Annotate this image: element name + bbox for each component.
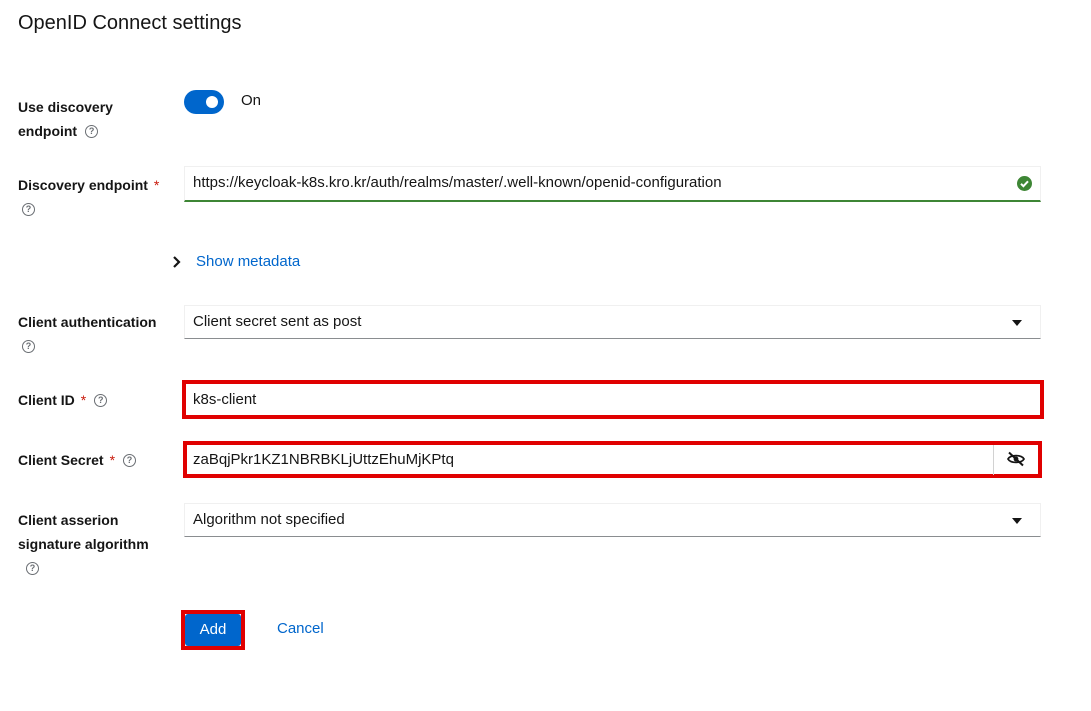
client-assertion-label-line2: signature algorithm xyxy=(18,536,149,552)
page-title: OpenID Connect settings xyxy=(18,12,242,34)
required-marker: * xyxy=(153,177,160,193)
help-icon[interactable]: ? xyxy=(26,561,39,575)
client-assertion-label-line1: Client asserion xyxy=(18,512,119,528)
client-id-input[interactable]: k8s-client xyxy=(186,384,1040,415)
caret-down-icon xyxy=(1012,320,1022,326)
client-assertion-select[interactable]: Algorithm not specified xyxy=(184,503,1041,537)
hide-password-button[interactable] xyxy=(993,445,1038,475)
caret-down-icon xyxy=(1012,518,1022,524)
help-icon[interactable]: ? xyxy=(22,202,35,216)
use-discovery-toggle[interactable] xyxy=(184,90,224,114)
client-assertion-label: Client asserion signature algorithm? xyxy=(18,508,168,580)
eye-slash-icon xyxy=(1007,451,1025,467)
client-assertion-value: Algorithm not specified xyxy=(193,511,345,528)
use-discovery-label-line2: endpoint xyxy=(18,123,78,139)
help-icon[interactable]: ? xyxy=(123,453,137,467)
client-authentication-label-text: Client authentication xyxy=(18,314,157,330)
cancel-button[interactable]: Cancel xyxy=(277,620,324,637)
client-id-label: Client ID *? xyxy=(18,388,168,412)
required-marker: * xyxy=(109,452,116,468)
toggle-state-label: On xyxy=(241,92,262,109)
use-discovery-label-line1: Use discovery xyxy=(18,99,113,115)
help-icon[interactable]: ? xyxy=(94,393,108,407)
client-secret-input[interactable]: zaBqjPkr1KZ1NBRBKLjUttzEhuMjKPtq xyxy=(187,445,1038,475)
help-icon[interactable]: ? xyxy=(22,339,35,353)
toggle-knob xyxy=(206,96,218,108)
help-icon[interactable]: ? xyxy=(85,124,99,138)
add-button[interactable]: Add xyxy=(185,614,241,646)
client-authentication-label: Client authentication ? xyxy=(18,310,168,358)
client-authentication-select[interactable]: Client secret sent as post xyxy=(184,305,1041,339)
client-id-value: k8s-client xyxy=(193,391,257,408)
use-discovery-label: Use discovery endpoint? xyxy=(18,95,168,143)
discovery-endpoint-value: https://keycloak-k8s.kro.kr/auth/realms/… xyxy=(193,174,722,191)
client-authentication-value: Client secret sent as post xyxy=(193,313,362,330)
required-marker: * xyxy=(80,392,87,408)
client-id-label-text: Client ID xyxy=(18,392,75,408)
discovery-endpoint-input[interactable]: https://keycloak-k8s.kro.kr/auth/realms/… xyxy=(184,166,1041,202)
chevron-right-icon[interactable] xyxy=(172,254,182,275)
client-secret-value: zaBqjPkr1KZ1NBRBKLjUttzEhuMjKPtq xyxy=(193,451,454,468)
discovery-endpoint-label: Discovery endpoint * ? xyxy=(18,173,168,221)
client-secret-label-text: Client Secret xyxy=(18,452,104,468)
check-circle-icon xyxy=(1017,176,1032,191)
show-metadata-link[interactable]: Show metadata xyxy=(196,253,300,270)
discovery-endpoint-label-text: Discovery endpoint xyxy=(18,177,148,193)
client-secret-label: Client Secret *? xyxy=(18,448,168,472)
